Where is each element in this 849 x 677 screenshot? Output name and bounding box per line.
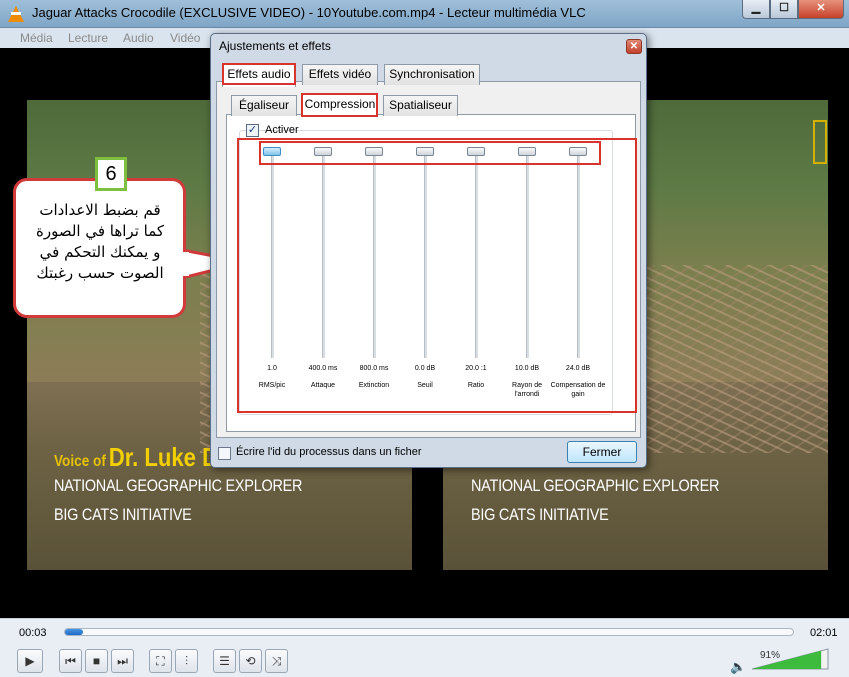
effects-dialog: Ajustements et effets ✕ Effets audio Eff… — [210, 33, 647, 468]
minimize-button[interactable]: ▁ — [742, 0, 770, 19]
caption-line-1-right: NATIONAL GEOGRAPHIC EXPLORER — [471, 476, 720, 495]
shuffle-icon[interactable]: ⤨ — [265, 649, 288, 673]
caption-line-1: NATIONAL GEOGRAPHIC EXPLORER — [54, 476, 303, 495]
stop-icon[interactable]: ■ — [85, 649, 108, 673]
time-total: 02:01 — [810, 627, 838, 639]
window-title: Jaguar Attacks Crocodile (EXCLUSIVE VIDE… — [32, 5, 586, 20]
next-icon[interactable]: ⏭ — [111, 649, 134, 673]
play-button[interactable]: ▶ — [17, 649, 43, 673]
menu-lecture[interactable]: Lecture — [68, 31, 108, 45]
fermer-button[interactable]: Fermer — [567, 441, 637, 463]
caption-line-2-right: BIG CATS INITIATIVE — [471, 505, 609, 524]
callout-line-3: و يمكنك التحكم في — [39, 243, 161, 261]
extended-settings-icon[interactable]: ⫶ — [175, 649, 198, 673]
time-elapsed: 00:03 — [19, 627, 47, 639]
activer-checkbox[interactable]: ✓ — [246, 124, 259, 137]
fullscreen-icon[interactable]: ⛶ — [149, 649, 172, 673]
volume-slider[interactable] — [750, 647, 830, 671]
dialog-title: Ajustements et effets — [219, 39, 331, 53]
seek-progress — [65, 629, 84, 635]
dialog-close-icon[interactable]: ✕ — [626, 39, 642, 54]
menu-audio[interactable]: Audio — [123, 31, 154, 45]
maximize-button[interactable]: ☐ — [770, 0, 798, 19]
annotation-rect-tab — [222, 63, 296, 85]
menu-media[interactable]: Média — [20, 31, 53, 45]
callout-line-4: الصوت حسب رغبتك — [36, 264, 164, 282]
callout-pointer-join — [180, 252, 189, 276]
activer-label: Activer — [265, 124, 299, 136]
highlight-marker — [813, 120, 827, 164]
speaker-icon[interactable]: 🔈 — [730, 659, 746, 675]
annotation-rect-thumbs — [259, 141, 601, 165]
annotation-rect-subtab — [301, 93, 378, 117]
seek-bar[interactable] — [64, 628, 794, 636]
step-number: 6 — [95, 157, 127, 191]
previous-icon[interactable]: ⏮ — [59, 649, 82, 673]
tab-synchronisation[interactable]: Synchronisation — [384, 64, 480, 85]
annotation-rect-sliders — [237, 138, 637, 413]
tab-spatialiseur[interactable]: Spatialiseur — [383, 95, 458, 116]
callout-line-2: كما تراها في الصورة — [35, 222, 165, 240]
caption-line-2: BIG CATS INITIATIVE — [54, 505, 192, 524]
tab-effets-video[interactable]: Effets vidéo — [302, 64, 378, 85]
ecrire-id-checkbox[interactable] — [218, 447, 231, 460]
playback-controls: 00:03 02:01 ▶ ⏮ ■ ⏭ ⛶ ⫶ ☰ ⟲ ⤨ 91% 🔈 — [0, 618, 849, 677]
callout-text: قم بضبط الاعدادات كما تراها في الصورة و … — [20, 200, 180, 284]
menu-video[interactable]: Vidéo — [170, 31, 200, 45]
title-bar: Jaguar Attacks Crocodile (EXCLUSIVE VIDE… — [0, 0, 849, 28]
vlc-cone-icon — [8, 6, 24, 22]
ecrire-id-label: Écrire l'id du processus dans un ficher — [236, 446, 422, 458]
loop-icon[interactable]: ⟲ — [239, 649, 262, 673]
close-button[interactable]: ✕ — [798, 0, 844, 19]
callout-line-1: قم بضبط الاعدادات — [39, 201, 161, 219]
tab-egaliseur[interactable]: Égaliseur — [231, 95, 297, 116]
playlist-icon[interactable]: ☰ — [213, 649, 236, 673]
